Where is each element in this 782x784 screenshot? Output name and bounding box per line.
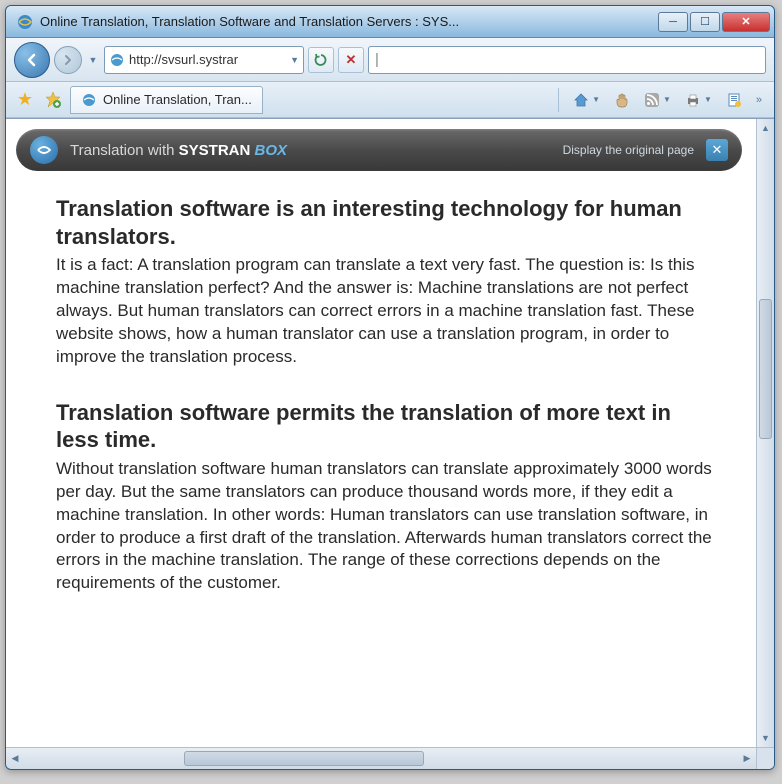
stop-button[interactable]: ✕ [338,47,364,73]
scroll-corner [756,748,774,769]
page-menu-button[interactable] [722,88,746,112]
paragraph-1: It is a fact: A translation program can … [56,254,716,369]
nav-history-dropdown[interactable]: ▼ [86,55,100,65]
scroll-left-arrow[interactable]: ◀ [6,753,24,764]
systran-close-button[interactable]: ✕ [706,139,728,161]
systran-logo-icon [30,136,58,164]
page-body: Translation software is an interesting t… [6,171,756,635]
titlebar: Online Translation, Translation Software… [6,6,774,38]
systran-toolbar: Translation with SYSTRAN BOX Display the… [16,129,742,171]
scroll-up-arrow[interactable]: ▲ [757,119,774,137]
print-button[interactable]: ▼ [681,88,716,112]
tab-favicon [81,92,97,108]
home-button[interactable]: ▼ [569,88,604,112]
tab-label: Online Translation, Tran... [103,92,252,107]
toolbar-overflow[interactable]: » [752,94,766,106]
vertical-scrollbar[interactable]: ▲ ▼ [756,119,774,747]
horizontal-scroll-thumb[interactable] [184,751,424,766]
maximize-button[interactable]: ☐ [690,12,720,32]
minimize-button[interactable]: ─ [658,12,688,32]
search-cursor: | [375,51,379,68]
url-text: http://svsurl.systrar [129,52,286,67]
window-controls: ─ ☐ ✕ [658,12,770,32]
hand-tool-button[interactable] [610,88,634,112]
tab-toolbar: ★ Online Translation, Tran... ▼ ▼ ▼ [6,82,774,118]
horizontal-scrollbar[interactable]: ◀ ▶ [6,747,774,769]
forward-button[interactable] [54,46,82,74]
search-input[interactable] [381,52,759,67]
feeds-button[interactable]: ▼ [640,88,675,112]
heading-2: Translation software permits the transla… [56,399,716,454]
window-title: Online Translation, Translation Software… [40,14,658,29]
browser-tab[interactable]: Online Translation, Tran... [70,86,263,114]
add-favorite-button[interactable] [42,89,64,111]
refresh-button[interactable] [308,47,334,73]
heading-1: Translation software is an interesting t… [56,195,716,250]
site-favicon [109,52,125,68]
content-area: Translation with SYSTRAN BOX Display the… [6,118,774,747]
ie-icon [16,13,34,31]
search-box[interactable]: | [368,46,766,74]
systran-title: Translation with SYSTRAN BOX [70,142,287,159]
scroll-down-arrow[interactable]: ▼ [757,729,774,747]
scroll-right-arrow[interactable]: ▶ [738,753,756,764]
vertical-scroll-thumb[interactable] [759,299,772,439]
close-button[interactable]: ✕ [722,12,770,32]
display-original-link[interactable]: Display the original page [563,143,694,157]
browser-window: Online Translation, Translation Software… [5,5,775,770]
favorites-button[interactable]: ★ [14,89,36,111]
address-dropdown[interactable]: ▼ [290,55,299,65]
paragraph-2: Without translation software human trans… [56,458,716,596]
back-button[interactable] [14,42,50,78]
address-bar[interactable]: http://svsurl.systrar ▼ [104,46,304,74]
navigation-bar: ▼ http://svsurl.systrar ▼ ✕ | [6,38,774,82]
